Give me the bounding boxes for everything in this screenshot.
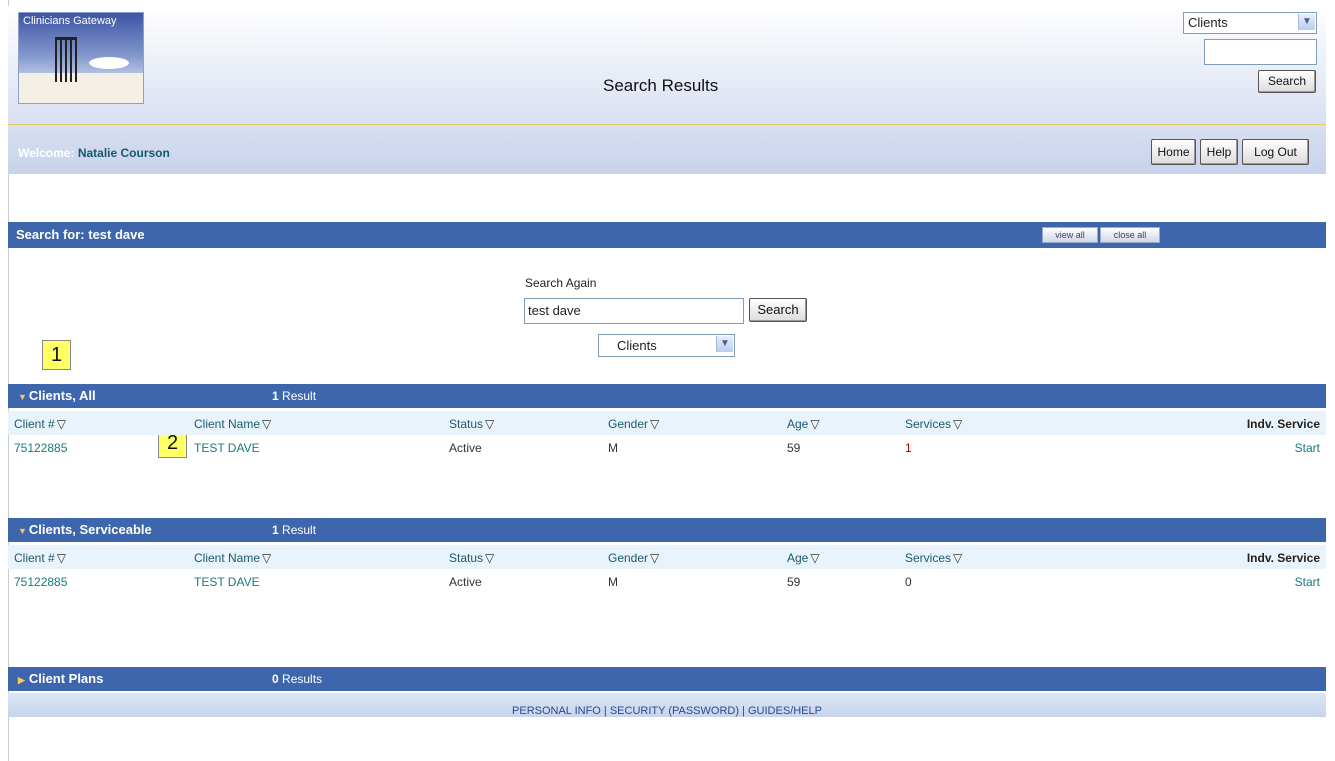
client-number-link[interactable]: 75122885: [14, 575, 67, 589]
top-search-type-select[interactable]: Clients ▼: [1183, 12, 1317, 34]
search-again-value: test dave: [528, 303, 581, 318]
close-all-button[interactable]: close all: [1100, 227, 1160, 243]
gate-icon: [55, 37, 77, 82]
result-count: 0 Results: [272, 672, 323, 686]
search-for-label: Search for: test dave: [16, 227, 145, 242]
col-status[interactable]: Status ▽: [449, 551, 494, 565]
col-services[interactable]: Services ▽: [905, 417, 962, 431]
table-header-row: Client # ▽ Client Name ▽ Status ▽ Gender ▽ A…: [8, 545, 1326, 569]
table-row: 75122885 TEST DAVE Active M 59 1 Start: [8, 441, 1326, 459]
user-name: Natalie Courson: [77, 146, 170, 160]
filter-icon: ▽: [810, 417, 820, 431]
logo-cloud: [89, 57, 129, 69]
chevron-down-icon[interactable]: ▼: [716, 336, 733, 352]
result-count: 1 Result: [272, 389, 317, 403]
col-status[interactable]: Status ▽: [449, 417, 494, 431]
collapsed-triangle-icon: ▶: [18, 675, 25, 685]
col-gender[interactable]: Gender ▽: [608, 417, 659, 431]
col-age[interactable]: Age ▽: [787, 417, 820, 431]
search-again-type-select[interactable]: Clients ▼: [598, 334, 735, 357]
col-client-name[interactable]: Client Name ▽: [194, 551, 271, 565]
welcome-label: Welcome:: [18, 146, 75, 160]
header-divider: [8, 124, 1326, 125]
section-title: ▶ Client Plans: [18, 671, 104, 686]
section-clients-serviceable-header[interactable]: ▼ Clients, Serviceable 1 Result: [8, 518, 1326, 542]
top-search-type-value: Clients: [1188, 15, 1228, 30]
help-button[interactable]: Help: [1200, 139, 1238, 165]
col-gender[interactable]: Gender ▽: [608, 551, 659, 565]
search-again-label: Search Again: [525, 276, 597, 290]
home-button[interactable]: Home: [1151, 139, 1196, 165]
table-row: 75122885 TEST DAVE Active M 59 0 Start: [8, 575, 1326, 593]
page-title: Search Results: [603, 76, 719, 95]
callout-1: 1: [42, 340, 71, 370]
services-cell: 0: [905, 575, 912, 589]
search-again-button[interactable]: Search: [749, 298, 807, 322]
filter-icon: ▽: [953, 551, 963, 565]
result-count: 1 Result: [272, 523, 317, 537]
personal-info-link[interactable]: PERSONAL INFO: [512, 705, 601, 717]
search-again-type-value: Clients: [617, 338, 657, 353]
view-all-button[interactable]: view all: [1042, 227, 1098, 243]
client-number-link[interactable]: 75122885: [14, 441, 67, 455]
logo-wall: [19, 73, 143, 103]
header: Clinicians Gateway Search Results: [8, 6, 1326, 174]
logout-button[interactable]: Log Out: [1242, 139, 1309, 165]
section-clients-all-header[interactable]: ▼ Clients, All 1 Result: [8, 384, 1326, 408]
footer-links: PERSONAL INFO | SECURITY (PASSWORD) | GU…: [8, 693, 1326, 717]
section-client-plans-header[interactable]: ▶ Client Plans 0 Results: [8, 667, 1326, 691]
search-for-bar: Search for: test dave view all close all: [8, 222, 1326, 248]
start-service-link[interactable]: Start: [1295, 441, 1320, 455]
age-cell: 59: [787, 441, 801, 455]
filter-icon: ▽: [953, 417, 963, 431]
gender-cell: M: [608, 441, 618, 455]
guides-help-link[interactable]: GUIDES/HELP: [748, 705, 822, 717]
status-cell: Active: [449, 441, 482, 455]
filter-icon: ▽: [485, 551, 495, 565]
filter-icon: ▽: [56, 417, 66, 431]
expanded-triangle-icon: ▼: [18, 526, 27, 536]
top-search-input[interactable]: [1204, 39, 1317, 65]
status-cell: Active: [449, 575, 482, 589]
section-title: ▼ Clients, All: [18, 388, 96, 403]
separator: |: [742, 705, 745, 717]
filter-icon: ▽: [262, 551, 272, 565]
chevron-down-icon[interactable]: ▼: [1298, 14, 1315, 30]
filter-icon: ▽: [262, 417, 272, 431]
services-link[interactable]: 1: [905, 441, 912, 455]
start-service-link[interactable]: Start: [1295, 575, 1320, 589]
col-client-number[interactable]: Client # ▽: [14, 417, 66, 431]
separator: |: [603, 705, 607, 717]
filter-icon: ▽: [485, 417, 495, 431]
col-indv-service: Indv. Service: [1246, 551, 1320, 565]
welcome-message: Welcome: Natalie Courson: [18, 146, 170, 160]
filter-icon: ▽: [650, 417, 660, 431]
section-title: ▼ Clients, Serviceable: [18, 522, 152, 537]
filter-icon: ▽: [650, 551, 660, 565]
col-services[interactable]: Services ▽: [905, 551, 962, 565]
age-cell: 59: [787, 575, 801, 589]
filter-icon: ▽: [56, 551, 66, 565]
top-search-button[interactable]: Search: [1258, 70, 1316, 93]
search-again-input[interactable]: test dave: [524, 298, 744, 324]
table-header-row: Client # ▽ Client Name ▽ Status ▽ Gender ▽ A…: [8, 411, 1326, 435]
app-logo[interactable]: Clinicians Gateway: [18, 12, 144, 104]
col-client-number[interactable]: Client # ▽: [14, 551, 66, 565]
col-indv-service: Indv. Service: [1246, 417, 1320, 431]
gender-cell: M: [608, 575, 618, 589]
logo-text: Clinicians Gateway: [23, 15, 117, 27]
security-password-link[interactable]: SECURITY (PASSWORD): [610, 705, 739, 717]
expanded-triangle-icon: ▼: [18, 392, 27, 402]
client-name-link[interactable]: TEST DAVE: [194, 575, 260, 589]
col-client-name[interactable]: Client Name ▽: [194, 417, 271, 431]
client-name-link[interactable]: TEST DAVE: [194, 441, 260, 455]
col-age[interactable]: Age ▽: [787, 551, 820, 565]
filter-icon: ▽: [810, 551, 820, 565]
